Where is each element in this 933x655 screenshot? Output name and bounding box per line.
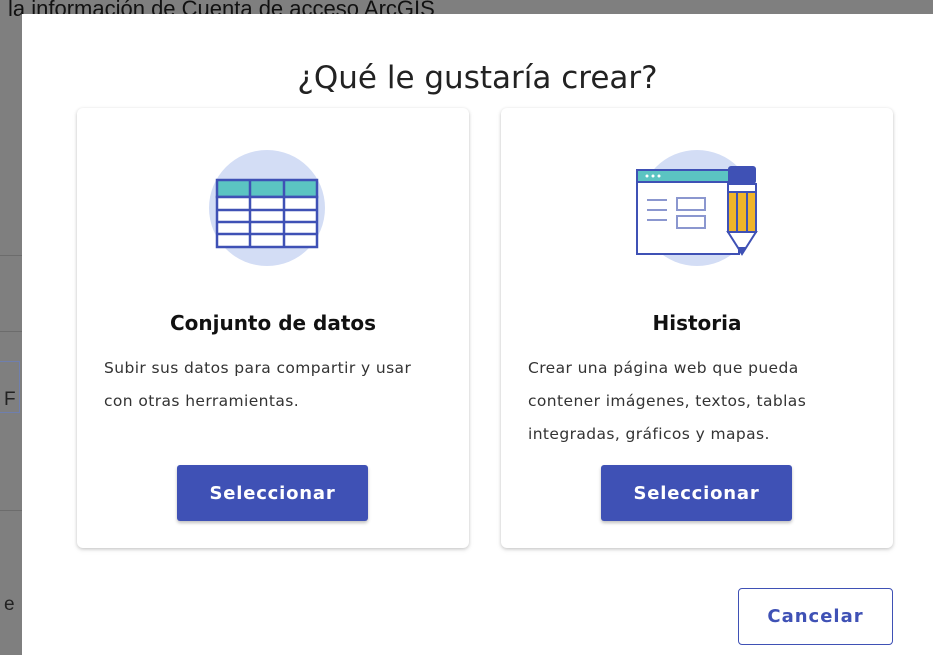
- create-dialog: ¿Qué le gustaría crear? Conjunto de dato…: [22, 14, 933, 655]
- option-description: Subir sus datos para compartir y usar co…: [104, 359, 412, 410]
- option-card-story: Historia Crear una página web que pueda …: [501, 108, 893, 548]
- dialog-title: ¿Qué le gustaría crear?: [297, 60, 658, 96]
- background-divider: [0, 255, 22, 256]
- option-card-dataset: Conjunto de datos Subir sus datos para c…: [77, 108, 469, 548]
- option-title: Conjunto de datos: [169, 311, 377, 335]
- background-divider: [0, 331, 22, 332]
- select-dataset-button[interactable]: Seleccionar: [177, 465, 368, 521]
- cancel-button[interactable]: Cancelar: [738, 588, 893, 645]
- table-icon: [209, 144, 349, 268]
- option-description: Crear una página web que pueda contener …: [528, 359, 807, 443]
- background-field-text: F: [4, 389, 16, 410]
- background-divider: [0, 510, 22, 511]
- select-story-button[interactable]: Seleccionar: [601, 465, 792, 521]
- background-text: e: [4, 594, 15, 615]
- option-title: Historia: [652, 311, 742, 335]
- story-pencil-icon: [633, 144, 773, 268]
